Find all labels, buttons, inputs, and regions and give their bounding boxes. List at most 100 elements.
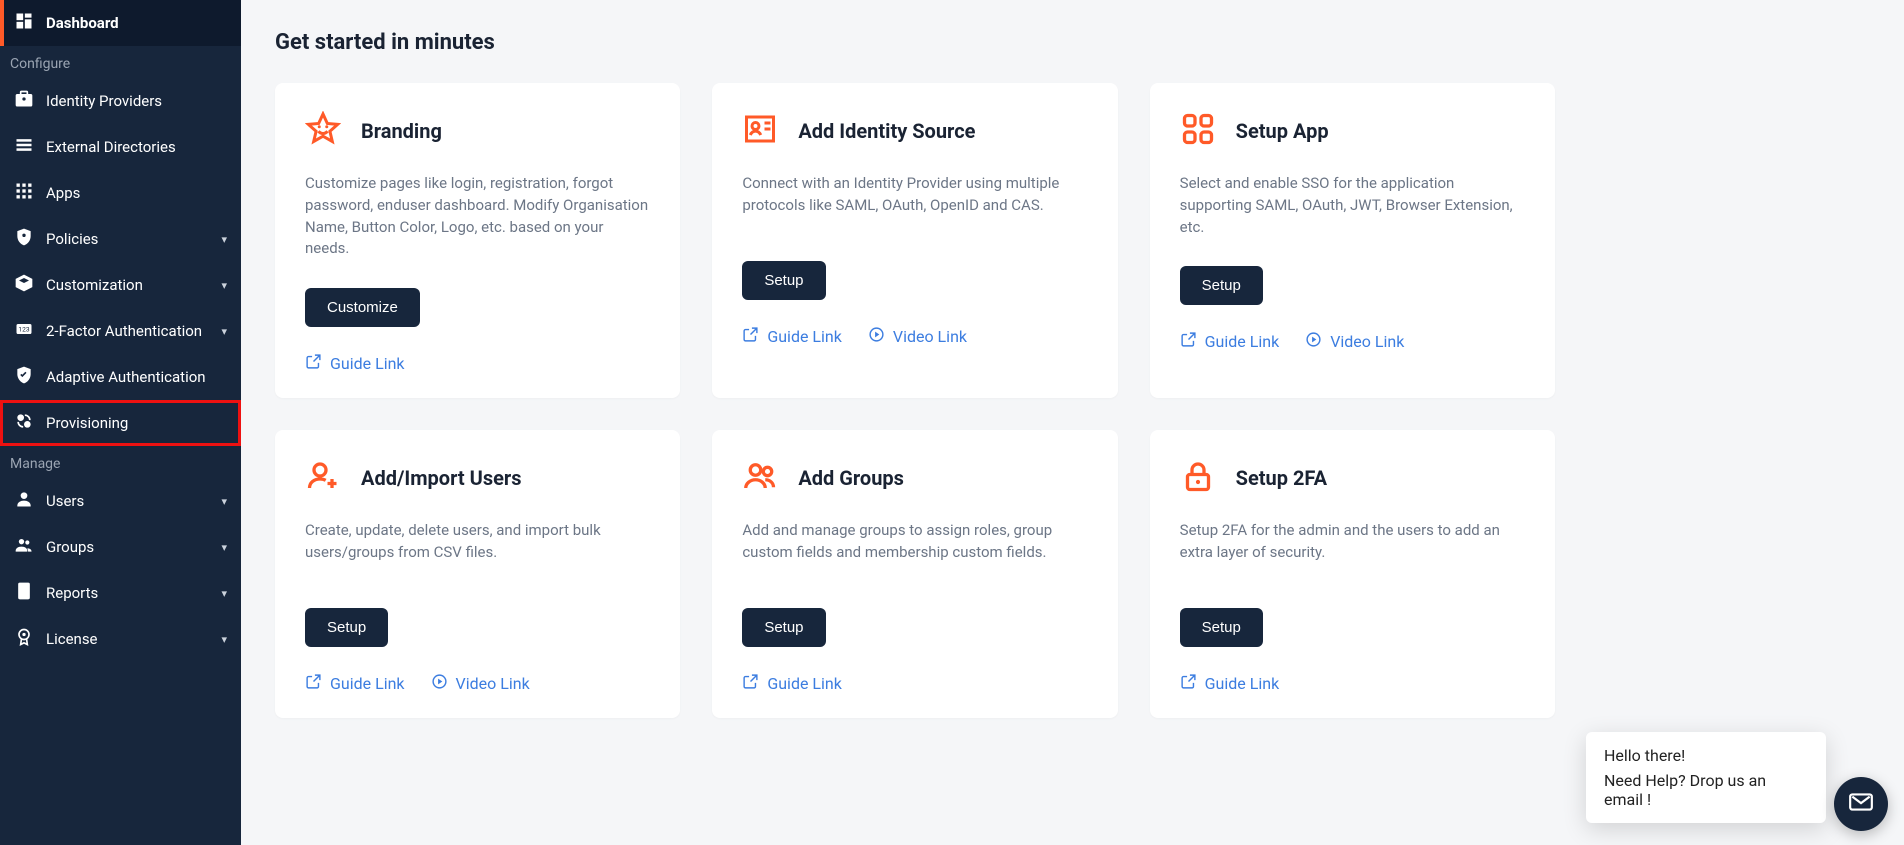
sidebar-item-customization[interactable]: Customization ▾ — [0, 262, 241, 308]
reports-icon — [14, 581, 34, 605]
sidebar-item-label: 2-Factor Authentication — [46, 322, 209, 340]
link-label: Guide Link — [1205, 674, 1280, 693]
lock-icon — [1180, 458, 1216, 498]
sidebar-item-provisioning[interactable]: Provisioning — [0, 400, 241, 446]
sidebar-section-configure: Configure — [0, 46, 241, 78]
video-link[interactable]: Video Link — [431, 673, 530, 694]
external-link-icon — [742, 673, 759, 694]
setup-button[interactable]: Setup — [742, 261, 825, 300]
sidebar-item-adaptive-auth[interactable]: Adaptive Authentication — [0, 354, 241, 400]
card-identity-source: Add Identity Source Connect with an Iden… — [712, 83, 1117, 398]
sidebar-item-label: Users — [46, 492, 209, 510]
sidebar-item-apps[interactable]: Apps — [0, 170, 241, 216]
sidebar-item-reports[interactable]: Reports ▾ — [0, 570, 241, 616]
idcard-icon — [742, 111, 778, 151]
link-label: Guide Link — [767, 674, 842, 693]
policies-icon — [14, 227, 34, 251]
link-label: Video Link — [456, 674, 530, 693]
external-link-icon — [305, 673, 322, 694]
identity-providers-icon — [14, 89, 34, 113]
sidebar-item-label: Provisioning — [46, 414, 227, 432]
setup-button[interactable]: Setup — [305, 608, 388, 647]
customization-icon — [14, 273, 34, 297]
guide-link[interactable]: Guide Link — [1180, 331, 1280, 352]
sidebar-item-policies[interactable]: Policies ▾ — [0, 216, 241, 262]
star-icon — [305, 111, 341, 151]
apps-icon — [14, 181, 34, 205]
sidebar-item-license[interactable]: License ▾ — [0, 616, 241, 662]
customize-button[interactable]: Customize — [305, 288, 420, 327]
two-factor-icon: 123 — [14, 319, 34, 343]
card-title: Add/Import Users — [361, 466, 522, 490]
sidebar-item-label: License — [46, 630, 209, 648]
card-desc: Customize pages like login, registration… — [305, 173, 650, 260]
adaptive-auth-icon — [14, 365, 34, 389]
card-add-users: Add/Import Users Create, update, delete … — [275, 430, 680, 718]
sidebar-item-groups[interactable]: Groups ▾ — [0, 524, 241, 570]
provisioning-icon — [14, 411, 34, 435]
sidebar-item-label: Groups — [46, 538, 209, 556]
group-icon — [742, 458, 778, 498]
card-add-groups: Add Groups Add and manage groups to assi… — [712, 430, 1117, 718]
external-link-icon — [1180, 331, 1197, 352]
chevron-down-icon: ▾ — [221, 279, 227, 292]
card-title: Setup 2FA — [1236, 466, 1327, 490]
license-icon — [14, 627, 34, 651]
setup-button[interactable]: Setup — [1180, 608, 1263, 647]
svg-text:123: 123 — [18, 326, 29, 334]
link-label: Video Link — [893, 327, 967, 346]
chevron-down-icon: ▾ — [221, 233, 227, 246]
card-title: Setup App — [1236, 119, 1329, 143]
user-add-icon — [305, 458, 341, 498]
chat-greeting: Hello there! — [1604, 746, 1808, 765]
card-desc: Select and enable SSO for the applicatio… — [1180, 173, 1525, 238]
sidebar-item-label: Adaptive Authentication — [46, 368, 227, 386]
sidebar-item-2fa[interactable]: 123 2-Factor Authentication ▾ — [0, 308, 241, 354]
play-circle-icon — [868, 326, 885, 347]
groups-icon — [14, 535, 34, 559]
users-icon — [14, 489, 34, 513]
chevron-down-icon: ▾ — [221, 587, 227, 600]
card-desc: Add and manage groups to assign roles, g… — [742, 520, 1087, 580]
sidebar-section-manage: Manage — [0, 446, 241, 478]
chevron-down-icon: ▾ — [221, 541, 227, 554]
setup-button[interactable]: Setup — [1180, 266, 1263, 305]
card-desc: Create, update, delete users, and import… — [305, 520, 650, 580]
main-content: Get started in minutes Branding Customiz… — [241, 0, 1904, 845]
chat-message: Need Help? Drop us an email ! — [1604, 771, 1808, 809]
sidebar-item-label: External Directories — [46, 138, 227, 156]
mail-icon — [1848, 789, 1874, 819]
sidebar-item-label: Identity Providers — [46, 92, 227, 110]
sidebar-item-label: Reports — [46, 584, 209, 602]
video-link[interactable]: Video Link — [868, 326, 967, 347]
sidebar-item-identity-providers[interactable]: Identity Providers — [0, 78, 241, 124]
setup-button[interactable]: Setup — [742, 608, 825, 647]
cards-grid: Branding Customize pages like login, reg… — [275, 83, 1555, 718]
external-link-icon — [1180, 673, 1197, 694]
link-label: Guide Link — [330, 354, 405, 373]
guide-link[interactable]: Guide Link — [305, 673, 405, 694]
sidebar: Dashboard Configure Identity Providers E… — [0, 0, 241, 845]
dashboard-icon — [14, 11, 34, 35]
page-title: Get started in minutes — [275, 30, 1870, 55]
sidebar-item-external-directories[interactable]: External Directories — [0, 124, 241, 170]
card-setup-app: Setup App Select and enable SSO for the … — [1150, 83, 1555, 398]
chevron-down-icon: ▾ — [221, 495, 227, 508]
guide-link[interactable]: Guide Link — [742, 673, 842, 694]
sidebar-item-label: Policies — [46, 230, 209, 248]
sidebar-item-label: Apps — [46, 184, 227, 202]
sidebar-item-users[interactable]: Users ▾ — [0, 478, 241, 524]
sidebar-item-dashboard[interactable]: Dashboard — [0, 0, 241, 46]
guide-link[interactable]: Guide Link — [305, 353, 405, 374]
link-label: Guide Link — [1205, 332, 1280, 351]
link-label: Guide Link — [767, 327, 842, 346]
external-link-icon — [742, 326, 759, 347]
guide-link[interactable]: Guide Link — [1180, 673, 1280, 694]
apps-grid-icon — [1180, 111, 1216, 151]
guide-link[interactable]: Guide Link — [742, 326, 842, 347]
chat-fab[interactable] — [1834, 777, 1888, 831]
sidebar-item-label: Dashboard — [46, 14, 227, 32]
video-link[interactable]: Video Link — [1305, 331, 1404, 352]
chevron-down-icon: ▾ — [221, 633, 227, 646]
card-title: Add Groups — [798, 466, 904, 490]
